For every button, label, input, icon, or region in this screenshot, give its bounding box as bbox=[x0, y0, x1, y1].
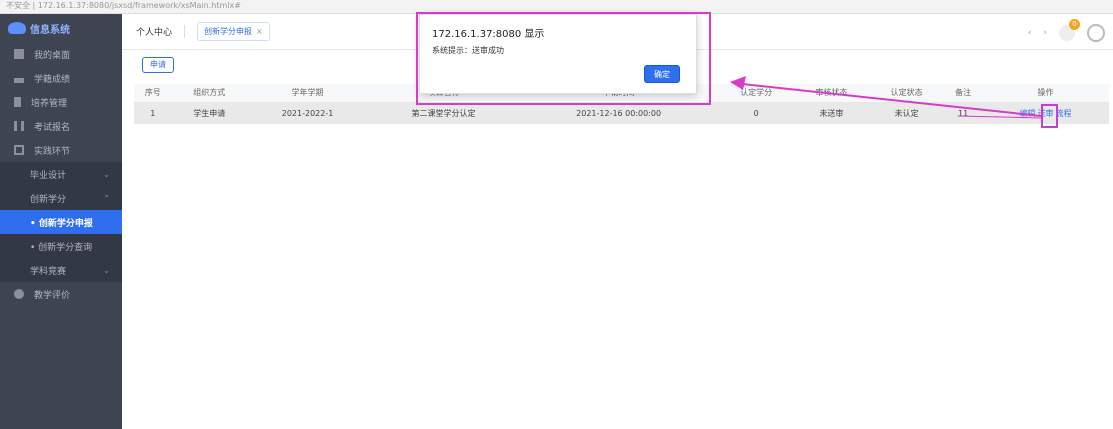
column-header: 审核状态 bbox=[793, 84, 870, 103]
column-header: 操作 bbox=[981, 84, 1109, 103]
table-cell: 未送审 bbox=[793, 102, 870, 124]
sidebar-item-exam[interactable]: 考试报名 bbox=[0, 114, 122, 138]
tab-label: 创新学分申报 bbox=[204, 27, 253, 36]
sidebar-item-label: 我的桌面 bbox=[34, 50, 71, 61]
graduation-icon bbox=[14, 73, 24, 83]
chevron-left-icon[interactable]: ‹ bbox=[1028, 28, 1032, 38]
sidebar-item-label: 学科竞赛 bbox=[30, 266, 67, 277]
edit-link[interactable]: 编辑 bbox=[1019, 109, 1035, 118]
table-cell: 1 bbox=[134, 102, 172, 124]
sidebar-item-credit-apply[interactable]: • 创新学分申报 bbox=[0, 210, 122, 234]
sidebar-item-grades[interactable]: 学籍成绩 bbox=[0, 66, 122, 90]
sidebar-item-evaluation[interactable]: 教学评价 bbox=[0, 282, 122, 306]
avatar[interactable] bbox=[1087, 24, 1105, 42]
exam-icon bbox=[14, 121, 24, 131]
user-icon bbox=[14, 289, 24, 299]
sidebar: 信息系统 我的桌面 学籍成绩 培养管理 考试报名 实践环节 毕业设计 ⌄ 创新学分… bbox=[0, 14, 122, 429]
column-header: 认定学分 bbox=[718, 84, 794, 103]
button-highlight-box bbox=[1041, 104, 1058, 128]
sidebar-item-desktop[interactable]: 我的桌面 bbox=[0, 42, 122, 66]
submenu: 毕业设计 ⌄ 创新学分 ⌃ • 创新学分申报 • 创新学分查询 学科竞赛 ⌄ bbox=[0, 162, 122, 282]
table-cell: 2021-12-16 00:00:00 bbox=[518, 102, 719, 124]
header-actions: ‹ › 0 bbox=[1028, 19, 1105, 42]
desktop-icon bbox=[14, 49, 24, 59]
bell-icon[interactable]: 0 bbox=[1059, 19, 1080, 41]
sidebar-item-label: 培养管理 bbox=[31, 98, 68, 109]
table-cell: 0 bbox=[718, 102, 794, 124]
sidebar-item-label: 创新学分 bbox=[30, 194, 67, 205]
apply-button[interactable]: 申请 bbox=[142, 57, 174, 73]
chevron-down-icon: ⌄ bbox=[103, 169, 110, 179]
tab-personal-center[interactable]: 个人中心 bbox=[136, 25, 186, 38]
sidebar-item-label: • 创新学分查询 bbox=[30, 242, 93, 253]
sidebar-item-innovation-credit[interactable]: 创新学分 ⌃ bbox=[0, 186, 122, 210]
column-header: 认定状态 bbox=[869, 84, 945, 103]
sidebar-item-label: 毕业设计 bbox=[30, 170, 67, 181]
close-icon[interactable]: × bbox=[256, 27, 263, 36]
chevron-down-icon: ⌄ bbox=[103, 265, 110, 275]
column-header: 序号 bbox=[134, 84, 172, 103]
notification-badge: 0 bbox=[1069, 19, 1080, 30]
table-cell: 2021-2022-1 bbox=[246, 102, 369, 124]
chevron-right-icon[interactable]: › bbox=[1043, 28, 1047, 38]
table-cell: 未认定 bbox=[869, 102, 945, 124]
sidebar-item-graduation-design[interactable]: 毕业设计 ⌄ bbox=[0, 162, 122, 186]
logo-text: 信息系统 bbox=[30, 24, 70, 36]
sidebar-item-label: 考试报名 bbox=[34, 122, 71, 133]
practice-icon bbox=[14, 145, 24, 155]
tab-credit-apply[interactable]: 创新学分申报 × bbox=[197, 22, 270, 41]
sidebar-item-label: • 创新学分申报 bbox=[30, 218, 93, 229]
table-cell: 学生申请 bbox=[171, 102, 247, 124]
column-header: 组织方式 bbox=[171, 84, 247, 103]
sidebar-item-training[interactable]: 培养管理 bbox=[0, 90, 122, 114]
table-row[interactable]: 1 学生申请 2021-2022-1 第二课堂学分认定 2021-12-16 0… bbox=[134, 102, 1109, 124]
sidebar-item-label: 教学评价 bbox=[34, 290, 71, 301]
logo: 信息系统 bbox=[0, 14, 122, 42]
sidebar-item-label: 实践环节 bbox=[34, 146, 71, 157]
logo-icon bbox=[8, 22, 26, 34]
sidebar-item-label: 学籍成绩 bbox=[34, 74, 71, 85]
training-icon bbox=[14, 97, 21, 107]
table-cell: 第二课堂学分认定 bbox=[368, 102, 519, 124]
column-header: 学年学期 bbox=[246, 84, 369, 103]
sidebar-item-credit-query[interactable]: • 创新学分查询 bbox=[0, 234, 122, 258]
chevron-up-icon: ⌃ bbox=[103, 193, 110, 203]
column-header: 备注 bbox=[944, 84, 982, 103]
sidebar-item-practice[interactable]: 实践环节 bbox=[0, 138, 122, 162]
sidebar-item-competition[interactable]: 学科竞赛 ⌄ bbox=[0, 258, 122, 282]
dialog-highlight-box bbox=[416, 12, 711, 105]
table-cell: 11 bbox=[944, 102, 982, 124]
